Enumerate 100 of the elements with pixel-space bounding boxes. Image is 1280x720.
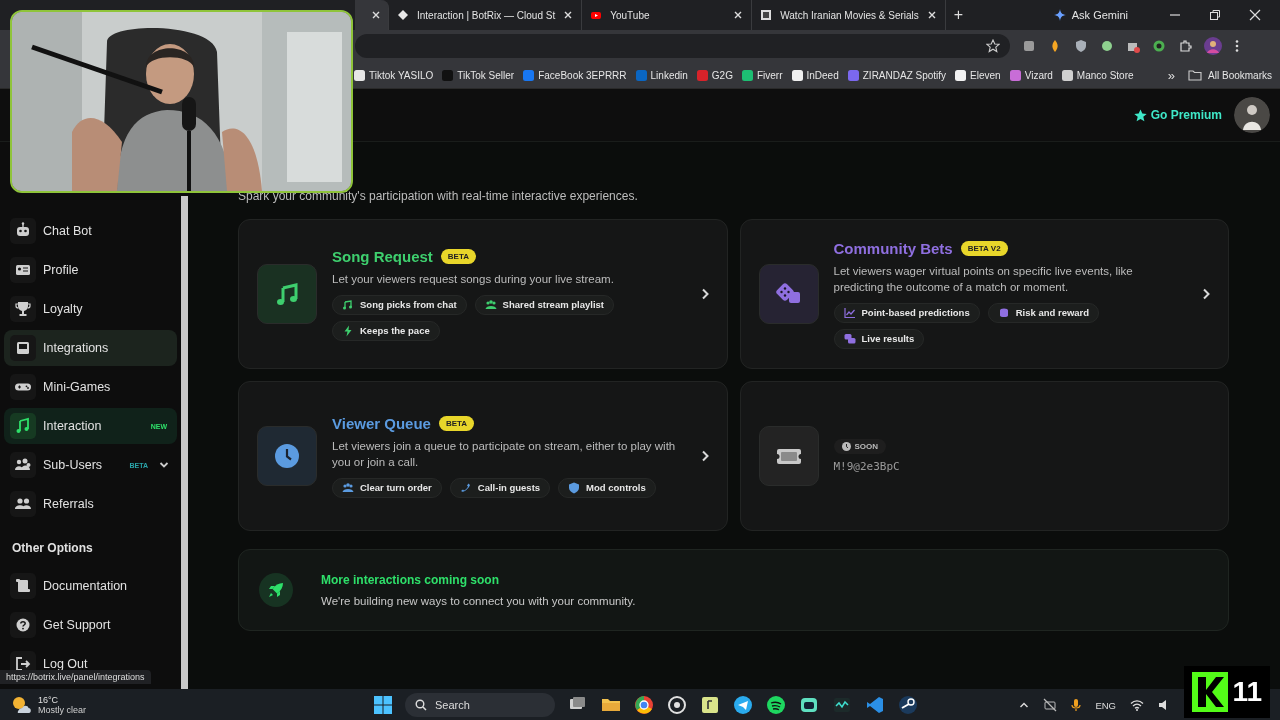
wifi-icon[interactable] [1130,699,1144,711]
trophy-icon [10,296,36,322]
chevron-right-icon[interactable] [700,450,709,462]
app-icon[interactable] [766,695,786,715]
microphone-icon[interactable] [1071,698,1082,712]
bookmark[interactable]: InDeed [791,69,839,81]
extension-icon[interactable] [1100,39,1114,53]
group-icon [484,298,497,311]
chart-icon [843,306,856,319]
feature-tag: Point-based predictions [833,302,980,323]
group-icon [342,481,354,494]
close-icon[interactable] [371,10,381,20]
sidebar-item[interactable]: Integrations [4,330,177,366]
new-tab-button[interactable]: + [945,0,972,30]
banner-text: We're building new ways to connect you with your community. [321,595,636,607]
chevron-right-icon[interactable] [1202,288,1210,300]
more-bookmarks-button[interactable]: » [1167,67,1176,83]
site-icon [397,9,409,21]
sidebar-label: Sub-Users [43,458,104,472]
extension-icon[interactable] [1022,39,1036,53]
sidebar-item[interactable]: Mini-Games [4,369,177,405]
interaction-card[interactable]: Song Request BETA Let your viewers request songs during your live stream. Song picks from chat Shared stream playlist Keeps the pace [238,219,728,369]
all-bookmarks-button[interactable]: All Bookmarks [1188,69,1272,81]
interaction-card[interactable]: Viewer Queue BETA Let viewers join a queue to participate on stream, either to play with you or join a call. Clear turn order Call-in guests Mod controls [238,381,728,531]
clock-icon [841,442,851,451]
sidebar-label: Get Support [43,618,112,632]
sidebar-item[interactable]: Documentation [4,568,177,604]
network-off-icon[interactable] [1043,698,1058,712]
card-title: Viewer Queue [332,414,431,432]
phone-icon [459,481,472,494]
card-description: Let viewers join a queue to participate on stream, either to play with you or join a call. [332,438,677,470]
app-icon[interactable] [634,695,654,715]
close-icon[interactable] [1249,9,1261,21]
bookmark[interactable]: Linkedin [635,69,688,81]
play-icon [590,9,603,21]
section-heading: Other Options [11,540,94,557]
card-title: Community Bets [833,239,953,257]
people-icon [10,491,36,517]
bookmark[interactable]: Vizard [1009,69,1053,81]
extension-icon[interactable] [1178,39,1192,53]
bookmark[interactable]: Fiverr [741,69,783,81]
app-icon[interactable] [832,695,852,715]
sidebar-item[interactable]: Get Support [4,607,177,643]
gamepad-icon [10,374,36,400]
feature-tag: Risk and reward [987,302,1100,323]
more-icon[interactable] [1234,39,1240,53]
extension-icon[interactable] [1152,39,1166,53]
beta-badge: BETA V2 [960,240,1008,256]
interaction-card[interactable]: Community Bets BETA V2 Let viewers wager virtual points on specific live events, like predicting the outcome of a match or moment. Point-based predictions Risk and reward Live results [739,219,1229,369]
bookmark[interactable]: FaceBook 3EPRRR [523,69,627,81]
search-field[interactable]: Search [405,693,555,717]
start-icon[interactable] [374,696,392,714]
gemini-button[interactable]: Ask Gemini [1053,9,1128,21]
app-icon[interactable] [667,695,687,715]
extension-icon[interactable] [1074,39,1088,53]
close-icon[interactable] [926,10,937,20]
language-indicator[interactable]: ENG [1095,699,1116,711]
bookmark[interactable]: Tiktok YASILO [354,69,434,81]
soon-badge: SOON [833,439,887,454]
star-icon[interactable] [986,39,1000,53]
close-icon[interactable] [563,10,574,20]
sidebar-item[interactable]: Loyalty [4,291,177,327]
folder-icon [1188,69,1203,81]
app-icon[interactable] [898,695,918,715]
app-icon[interactable] [733,695,753,715]
restore-icon[interactable] [1209,9,1221,21]
sidebar-label: Chat Bot [43,224,93,238]
sidebar-label: Mini-Games [43,380,112,394]
bookmark[interactable]: Eleven [955,69,1001,81]
avatar-icon[interactable] [1234,97,1270,133]
sidebar-label: Documentation [43,579,129,593]
sidebar-item[interactable]: Profile [4,252,177,288]
chat-icon [843,332,856,345]
rocket-icon [259,573,293,607]
bookmark[interactable]: TikTok Seller [442,69,515,81]
id-card-icon [10,257,36,283]
bookmark[interactable]: Manco Store [1061,69,1134,81]
card-title: Song Request [332,247,433,265]
sidebar-item[interactable]: Chat Bot [4,213,177,249]
weather-text: Mostly clear [38,705,86,715]
close-icon[interactable] [733,10,744,20]
sidebar-label: Referrals [43,497,95,511]
go-premium-button[interactable]: Go Premium [1133,108,1222,122]
card-description: Let viewers wager virtual points on specific live events, like predicting the outcome of a match or moment. [833,263,1134,295]
avatar-icon[interactable] [1204,37,1222,55]
scrollbar[interactable] [181,196,188,689]
sidebar-label: Interaction [43,419,103,433]
clock-icon [272,441,302,471]
chevron-down-icon[interactable] [159,461,169,469]
logo-number: 11 [1232,676,1262,708]
chevron-right-icon[interactable] [700,288,709,300]
app-icon[interactable] [700,695,720,715]
sidebar-item[interactable]: Referrals [4,486,177,522]
feature-tag: Song picks from chat [332,294,467,315]
banner-title: More interactions coming soon [321,573,501,587]
bookmark[interactable]: ZIRANDAZ Spotify [847,69,947,81]
app-icon[interactable] [799,695,819,715]
feature-tag: Clear turn order [332,477,442,498]
bookmark[interactable]: G2G [696,69,733,81]
chevron-up-icon[interactable] [1019,701,1030,709]
